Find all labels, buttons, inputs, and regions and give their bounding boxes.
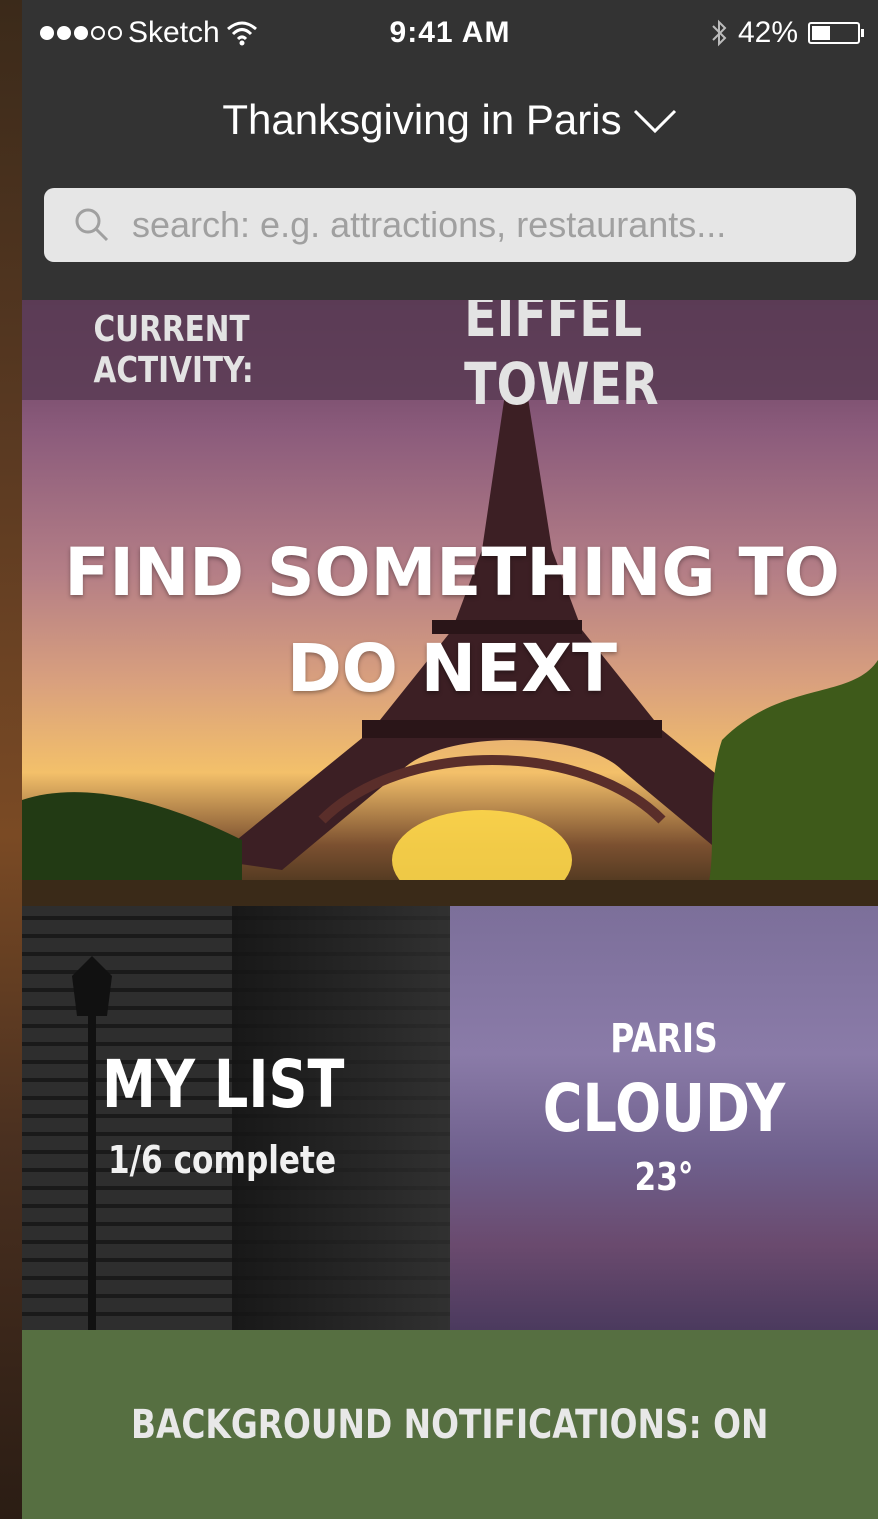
notifications-state: ON [713, 1401, 769, 1448]
current-activity-banner: CURRENT ACTIVITY: EIFFEL TOWER [22, 300, 878, 418]
trip-title: Thanksgiving in Paris [222, 96, 622, 143]
weather-temperature: 23° [634, 1155, 694, 1199]
weather-tile[interactable]: PARIS CLOUDY 23° [450, 906, 878, 1330]
weather-city: PARIS [610, 1016, 718, 1062]
find-next-cta[interactable]: FIND SOMETHING TO DO NEXT [52, 525, 852, 717]
cta-line-2: DO NEXT [286, 630, 618, 707]
my-list-tile[interactable]: MY LIST 1/6 complete [22, 906, 450, 1330]
chevron-down-icon [633, 109, 676, 134]
my-list-title: MY LIST [102, 1046, 345, 1123]
status-right: 42% [710, 16, 864, 50]
status-bar: Sketch 9:41 AM 42% [22, 0, 878, 70]
background-edge [0, 0, 22, 1519]
battery-percent: 42% [737, 16, 798, 49]
background-notifications-toggle[interactable]: BACKGROUND NOTIFICATIONS: ON [22, 1330, 878, 1519]
weather-condition: CLOUDY [542, 1070, 786, 1147]
cta-line-1: FIND SOMETHING TO [64, 534, 840, 611]
search-icon [75, 208, 109, 242]
search-input[interactable] [130, 203, 834, 247]
battery-icon [808, 22, 864, 44]
bluetooth-icon [712, 19, 727, 47]
my-list-progress: 1/6 complete [108, 1138, 337, 1182]
search-bar[interactable] [44, 188, 856, 262]
current-activity-label: CURRENT ACTIVITY: [93, 309, 254, 391]
current-activity-value: EIFFEL TOWER [464, 300, 659, 418]
trip-selector[interactable]: Thanksgiving in Paris [22, 92, 878, 148]
phone-screen: Sketch 9:41 AM 42% Thanksgiving in Paris [22, 0, 878, 1519]
hero-find-next[interactable]: CURRENT ACTIVITY: EIFFEL TOWER FIND SOME… [22, 300, 878, 906]
notifications-label: BACKGROUND NOTIFICATIONS: [131, 1401, 702, 1448]
